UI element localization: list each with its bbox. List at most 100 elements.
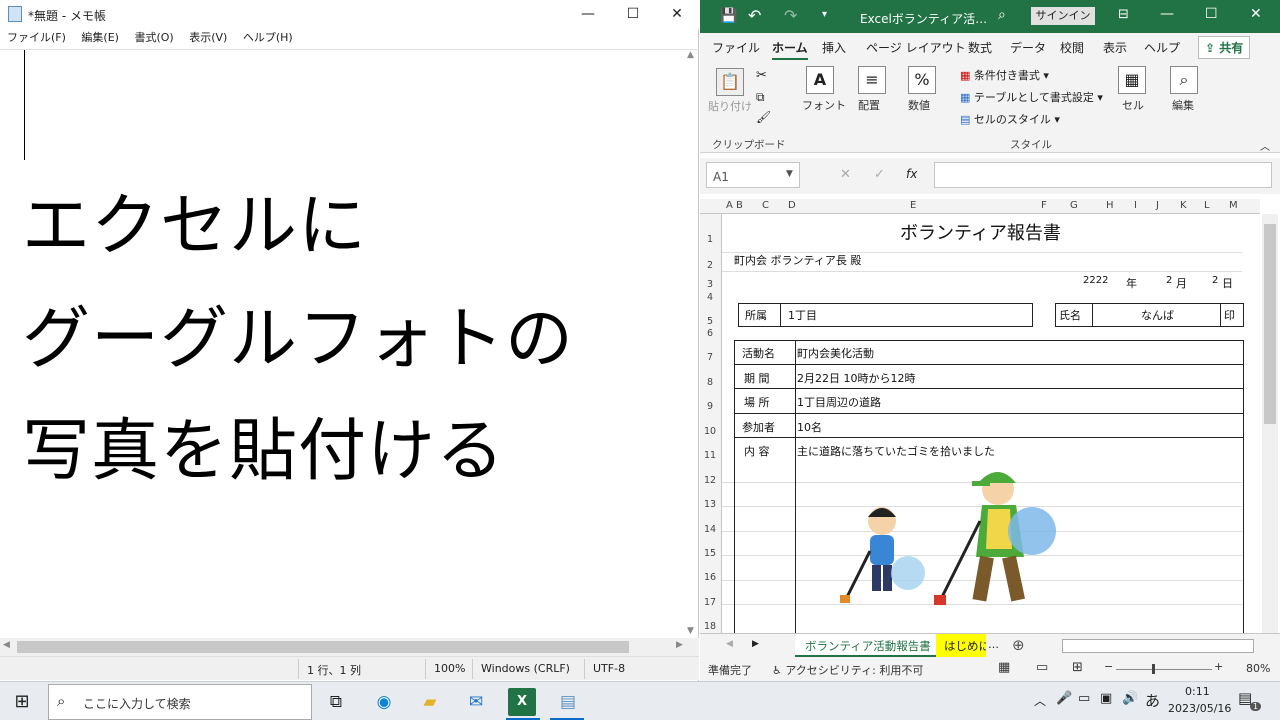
row-15[interactable]: 15 — [700, 548, 720, 559]
zoom-in-button[interactable]: + — [1214, 660, 1223, 673]
col-c[interactable]: C — [762, 200, 769, 211]
clock-time[interactable]: 0:11 — [1185, 685, 1210, 698]
row-16[interactable]: 16 — [700, 572, 720, 583]
zoom-out-button[interactable]: − — [1104, 660, 1113, 673]
tab-page-layout[interactable]: ページ レイアウト — [866, 39, 966, 56]
tab-file[interactable]: ファイル — [712, 39, 760, 56]
name-label[interactable]: 氏名 — [1059, 307, 1081, 323]
hscroll-right-icon[interactable]: ▶ — [676, 640, 683, 650]
quick-access-dropdown-icon[interactable]: ▾ — [822, 9, 827, 20]
day-label[interactable]: 日 — [1222, 275, 1233, 291]
ribbon-display-icon[interactable]: ⊟ — [1118, 7, 1129, 22]
excel-vscroll-thumb[interactable] — [1264, 224, 1276, 424]
menu-view[interactable]: 表示(V) — [189, 29, 227, 47]
formula-input[interactable] — [934, 162, 1272, 188]
network-icon[interactable]: ▣ — [1100, 691, 1112, 706]
battery-icon[interactable]: ▭ — [1078, 691, 1090, 706]
tab-review[interactable]: 校閲 — [1060, 39, 1084, 56]
edge-icon[interactable]: ◉ — [370, 688, 398, 716]
item-label-3[interactable]: 場 所 — [744, 394, 770, 410]
menu-format[interactable]: 書式(O) — [134, 29, 173, 47]
start-icon[interactable]: ⊞ — [8, 688, 36, 716]
row-8[interactable]: 8 — [700, 377, 720, 388]
item-label-5[interactable]: 内 容 — [744, 443, 770, 459]
col-j[interactable]: J — [1156, 200, 1159, 211]
item-value-2[interactable]: 2月22日 10時から12時 — [797, 370, 916, 386]
excel-close-button[interactable]: ✕ — [1250, 6, 1262, 22]
col-b[interactable]: B — [736, 200, 743, 211]
tab-formulas[interactable]: 数式 — [968, 39, 992, 56]
item-value-4[interactable]: 10名 — [797, 419, 822, 435]
sheet-tab-report[interactable]: ボランティア活動報告書 — [795, 634, 941, 657]
year-label[interactable]: 年 — [1126, 275, 1137, 291]
page-layout-view-icon[interactable]: ▭ — [1036, 660, 1048, 675]
excel-taskbar-icon[interactable]: X — [508, 688, 536, 716]
number-label[interactable]: 数値 — [908, 97, 930, 113]
edit-label[interactable]: 編集 — [1172, 97, 1194, 113]
col-g[interactable]: G — [1070, 200, 1078, 211]
zoom-level[interactable]: 80% — [1246, 662, 1270, 675]
item-label-4[interactable]: 参加者 — [742, 419, 775, 435]
month-value[interactable]: 2 — [1166, 275, 1172, 286]
excel-minimize-button[interactable]: — — [1160, 6, 1174, 22]
col-d[interactable]: D — [788, 200, 796, 211]
col-m[interactable]: M — [1229, 200, 1238, 211]
clock-date[interactable]: 2023/05/16 — [1168, 702, 1231, 715]
number-icon[interactable]: % — [908, 66, 936, 94]
excel-hscrollbar[interactable] — [1062, 639, 1254, 653]
col-h[interactable]: H — [1106, 200, 1114, 211]
sheet-next-icon[interactable]: ▶ — [752, 639, 759, 649]
row-11[interactable]: 11 — [700, 450, 720, 461]
col-i[interactable]: I — [1134, 200, 1137, 211]
excel-vscrollbar[interactable] — [1262, 214, 1278, 633]
row-2[interactable]: 2 — [700, 260, 720, 271]
item-value-3[interactable]: 1丁目周辺の道路 — [797, 394, 881, 410]
share-button[interactable]: ⇪ 共有 — [1198, 36, 1251, 59]
vscroll-up-icon[interactable]: ▲ — [687, 50, 694, 60]
notepad-hscroll-thumb[interactable] — [17, 641, 629, 653]
sheet-prev-icon[interactable]: ◀ — [726, 639, 733, 649]
menu-edit[interactable]: 編集(E) — [81, 29, 119, 47]
row-6[interactable]: 6 — [700, 328, 720, 339]
search-icon[interactable]: ⌕ — [998, 7, 1006, 23]
taskbar-search-box[interactable]: ⌕ ここに入力して検索 — [48, 684, 312, 720]
excel-maximize-button[interactable]: ☐ — [1205, 6, 1218, 22]
row-18[interactable]: 18 — [700, 621, 720, 632]
col-e[interactable]: E — [910, 200, 916, 211]
seal-label[interactable]: 印 — [1224, 307, 1235, 323]
align-icon[interactable]: ≡ — [858, 66, 886, 94]
cells-icon[interactable]: ▦ — [1118, 66, 1146, 94]
tray-expand-icon[interactable]: ︿ — [1034, 692, 1046, 709]
cancel-icon[interactable]: ✕ — [840, 167, 851, 182]
name-box-dropdown-icon[interactable]: ▼ — [786, 169, 793, 179]
enter-icon[interactable]: ✓ — [874, 167, 885, 182]
align-label[interactable]: 配置 — [858, 97, 880, 113]
font-icon[interactable]: A — [806, 66, 834, 94]
worksheet-grid[interactable]: A B C D E F G H I J K L M 1 2 3 4 5 6 7 … — [700, 199, 1280, 633]
page-break-view-icon[interactable]: ⊞ — [1072, 660, 1083, 675]
row-9[interactable]: 9 — [700, 401, 720, 412]
month-label[interactable]: 月 — [1176, 275, 1187, 291]
hscroll-left-icon[interactable]: ◀ — [3, 640, 10, 650]
item-label-1[interactable]: 活動名 — [742, 345, 775, 361]
fx-icon[interactable]: fx — [906, 167, 917, 181]
task-view-icon[interactable]: ⧉ — [322, 688, 350, 716]
item-label-2[interactable]: 期 間 — [744, 370, 770, 386]
tab-view[interactable]: 表示 — [1103, 39, 1127, 56]
col-a[interactable]: A — [726, 200, 733, 211]
row-4[interactable]: 4 — [700, 292, 720, 303]
cond-format-button[interactable]: ▦ 条件付き書式 ▾ — [960, 67, 1049, 83]
minimize-button[interactable]: — — [565, 0, 611, 29]
row-3[interactable]: 3 — [700, 279, 720, 290]
col-f[interactable]: F — [1041, 200, 1047, 211]
row-17[interactable]: 17 — [700, 597, 720, 608]
format-painter-icon[interactable]: 🖌 — [756, 110, 771, 124]
zoom-slider-thumb[interactable] — [1152, 664, 1155, 674]
row-7[interactable]: 7 — [700, 352, 720, 363]
year-value[interactable]: 2222 — [1083, 275, 1108, 286]
menu-help[interactable]: ヘルプ(H) — [243, 29, 293, 47]
tab-data[interactable]: データ — [1010, 39, 1046, 56]
name-value[interactable]: なんば — [1141, 307, 1174, 323]
report-title[interactable]: ボランティア報告書 — [900, 219, 1061, 245]
mail-icon[interactable]: ✉ — [462, 688, 490, 716]
